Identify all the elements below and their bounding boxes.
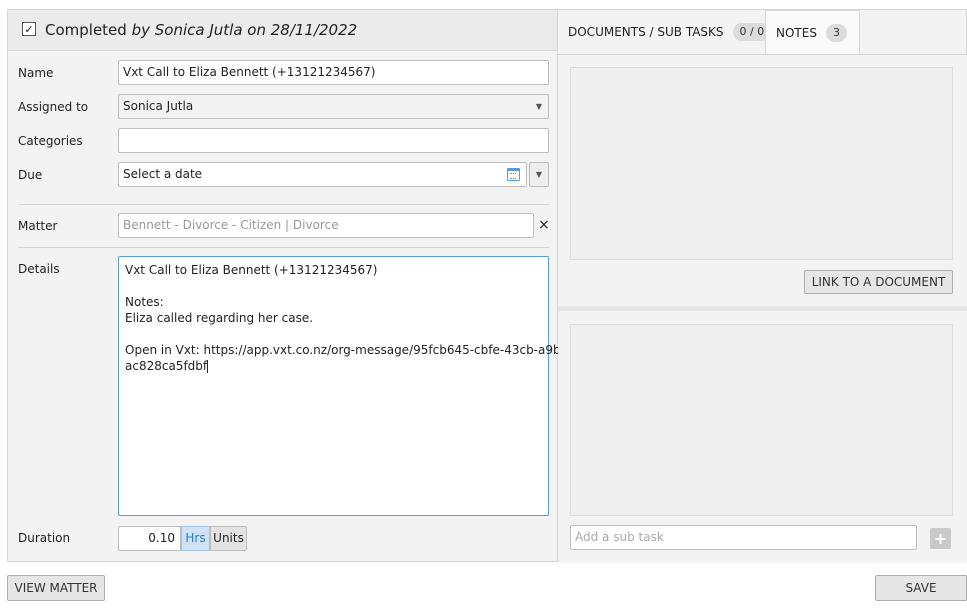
completed-by-text: by Sonica Jutla on 28/11/2022 [131,21,358,39]
tab-notes-label: NOTES [776,25,817,40]
matter-label: Matter [18,219,58,233]
add-subtask-placeholder: Add a sub task [575,530,664,544]
due-date-placeholder: Select a date [123,167,203,181]
notes-count-badge: 3 [825,23,847,42]
categories-input[interactable] [118,128,549,153]
details-line: ac828ca5fdbf [125,359,208,373]
side-panel: DOCUMENTS / SUB TASKS 0 / 0 LINK TO A DO… [558,9,967,563]
checkbox-checked-icon: ✓ [24,22,34,36]
assigned-to-label: Assigned to [18,100,89,114]
due-date-input[interactable]: Select a date [118,162,527,187]
name-input-value: Vxt Call to Eliza Bennett (+13121234567) [123,65,376,79]
completed-status-text: Completed by Sonica Jutla on 28/11/2022 [45,21,357,39]
task-form-panel: ✓ Completed by Sonica Jutla on 28/11/202… [7,9,573,562]
details-line [125,326,542,342]
add-subtask-button[interactable]: + [930,528,951,549]
details-last-line: ac828ca5fdbf [125,358,542,374]
plus-icon: + [933,529,948,548]
duration-input[interactable]: 0.10 [118,526,181,551]
details-line: Open in Vxt: https://app.vxt.co.nz/org-m… [125,343,573,357]
details-line: Vxt Call to Eliza Bennett (+13121234567) [125,263,378,277]
view-matter-button[interactable]: VIEW MATTER [7,575,105,601]
completed-header: ✓ Completed by Sonica Jutla on 28/11/202… [8,10,557,51]
details-textarea[interactable]: Vxt Call to Eliza Bennett (+13121234567)… [118,256,573,516]
duration-unit-hrs-button[interactable]: Hrs [181,526,210,551]
add-subtask-input[interactable]: Add a sub task [570,525,917,550]
matter-value: Bennett - Divorce - Citizen | Divorce [123,218,339,232]
link-to-document-button[interactable]: LINK TO A DOCUMENT [804,270,953,294]
duration-value: 0.10 [148,531,175,545]
details-line: Eliza called regarding her case. [125,311,314,325]
form-divider [18,247,549,248]
categories-label: Categories [18,134,83,148]
due-label: Due [18,168,43,182]
completed-checkbox[interactable]: ✓ [22,22,36,36]
name-input[interactable]: Vxt Call to Eliza Bennett (+13121234567) [118,60,549,85]
documents-list [570,67,953,260]
form-divider [18,204,549,205]
tab-notes[interactable]: NOTES 3 [765,10,860,54]
details-label: Details [18,262,60,276]
section-divider [558,306,967,311]
name-label: Name [18,66,54,80]
assigned-to-value: Sonica Jutla [123,99,194,113]
tab-documents-subtasks[interactable]: DOCUMENTS / SUB TASKS 0 / 0 [558,10,772,54]
close-icon[interactable]: × [538,218,550,232]
subtasks-list [570,324,953,516]
tab-documents-label: DOCUMENTS / SUB TASKS [568,25,724,39]
duration-label: Duration [18,531,71,545]
save-button[interactable]: SAVE [875,575,967,601]
completed-label: Completed [45,21,127,39]
details-line: Notes: [125,295,164,309]
documents-subtasks-content: LINK TO A DOCUMENT Add a sub task + [558,54,967,563]
matter-input[interactable]: Bennett - Divorce - Citizen | Divorce [118,213,534,238]
chevron-down-icon: ▼ [535,102,542,111]
due-dropdown-button[interactable]: ▼ [529,162,549,187]
assigned-to-select[interactable]: Sonica Jutla ▼ [118,94,549,119]
chevron-down-icon: ▼ [535,170,543,179]
duration-unit-units-button[interactable]: Units [210,526,247,551]
calendar-icon[interactable] [507,168,520,181]
text-caret [207,360,209,373]
details-line [125,278,542,294]
